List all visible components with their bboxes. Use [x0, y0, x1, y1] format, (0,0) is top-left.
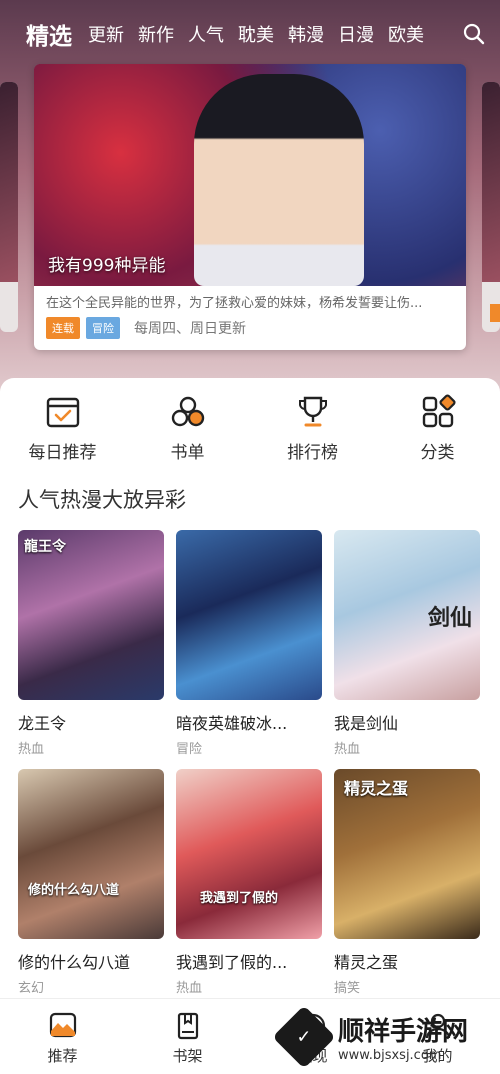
grid-diamond-icon: [422, 394, 456, 428]
comic-cover[interactable]: 我遇到了假的: [176, 769, 322, 939]
comic-title[interactable]: 我是剑仙: [334, 710, 480, 734]
tab-featured[interactable]: 精选: [26, 17, 72, 51]
cover-title-art: 精灵之蛋: [344, 779, 409, 798]
comic-cover[interactable]: 龍王令: [18, 530, 164, 700]
quick-categories[interactable]: 分类: [388, 394, 488, 476]
section-title: 人气热漫大放异彩: [18, 488, 186, 512]
banner-description: 在这个全民异能的世界，为了拯救心爱的妹妹，杨希发誓要让伤...: [46, 296, 423, 311]
bookshelf-icon: [177, 1012, 198, 1040]
comic-cover[interactable]: [176, 530, 322, 700]
watermark-text: 顺祥手游网: [338, 1017, 469, 1047]
trophy-icon: [298, 396, 327, 427]
tab-new[interactable]: 新作: [138, 21, 174, 47]
comic-genre: 热血: [176, 981, 203, 996]
calendar-check-icon: [46, 397, 79, 428]
quick-daily-recommend[interactable]: 每日推荐: [13, 394, 113, 476]
comic-card[interactable]: 剑仙 我是剑仙 热血: [334, 530, 480, 757]
comic-card[interactable]: 精灵之蛋 精灵之蛋 搞笑: [334, 769, 480, 996]
circles-icon: [171, 396, 204, 427]
tab-japanese[interactable]: 日漫: [338, 21, 374, 47]
watermark-url: www.bjsxsj.com: [338, 1048, 442, 1063]
tab-korean[interactable]: 韩漫: [288, 21, 324, 47]
content-panel: 每日推荐 书单 排行榜 分类 人气热漫大放异彩 龍王令 龙王令 热血 暗夜英雄破…: [0, 378, 500, 998]
comic-genre: 搞笑: [334, 981, 361, 996]
tab-western[interactable]: 欧美: [388, 21, 424, 47]
comic-grid: 龍王令 龙王令 热血 暗夜英雄破冰... 冒险 剑仙 我是剑仙 热血 修的什么勾…: [0, 520, 500, 996]
tab-popular[interactable]: 人气: [188, 21, 224, 47]
tab-bl[interactable]: 耽美: [238, 21, 274, 47]
featured-banner[interactable]: 我有999种异能 在这个全民异能的世界，为了拯救心爱的妹妹，杨希发誓要让伤...…: [34, 64, 466, 350]
quick-links: 每日推荐 书单 排行榜 分类: [0, 378, 500, 476]
comic-genre: 热血: [18, 742, 45, 757]
cover-title-art: 我遇到了假的: [200, 891, 279, 906]
comic-cover[interactable]: 修的什么勾八道: [18, 769, 164, 939]
banner-title: 我有999种异能: [48, 256, 166, 276]
tab-bookshelf[interactable]: 书架: [125, 999, 250, 1074]
quick-label: 每日推荐: [28, 443, 97, 463]
comic-genre: 冒险: [176, 742, 203, 757]
update-schedule: 每周四、周日更新: [134, 321, 246, 337]
quick-label: 分类: [420, 443, 455, 463]
watermark-logo: ✓: [272, 1005, 336, 1069]
comic-title[interactable]: 暗夜英雄破冰...: [176, 710, 322, 734]
cover-title-art: 龍王令: [24, 539, 66, 555]
quick-ranking[interactable]: 排行榜: [263, 394, 363, 476]
quick-label: 书单: [170, 443, 205, 463]
search-icon[interactable]: [462, 22, 486, 46]
comic-card[interactable]: 龍王令 龙王令 热血: [18, 530, 164, 757]
cover-title-art: 剑仙: [427, 606, 472, 631]
site-watermark: ✓ 顺祥手游网 www.bjsxsj.com: [272, 1004, 496, 1070]
comic-title[interactable]: 我遇到了假的...: [176, 949, 322, 973]
cover-title-art: 修的什么勾八道: [28, 883, 120, 898]
comic-card[interactable]: 暗夜英雄破冰... 冒险: [176, 530, 322, 757]
comic-card[interactable]: 我遇到了假的 我遇到了假的... 热血: [176, 769, 322, 996]
comic-cover[interactable]: 精灵之蛋: [334, 769, 480, 939]
quick-booklist[interactable]: 书单: [138, 394, 238, 476]
tab-updates[interactable]: 更新: [88, 21, 124, 47]
comic-title[interactable]: 龙王令: [18, 710, 164, 734]
carousel-next-card[interactable]: [482, 82, 500, 332]
recommend-icon: [49, 1012, 76, 1038]
comic-title[interactable]: 精灵之蛋: [334, 949, 480, 973]
tab-label: 书架: [172, 1047, 203, 1065]
status-badge: 连载: [46, 317, 80, 339]
comic-genre: 热血: [334, 742, 361, 757]
carousel-prev-card[interactable]: [0, 82, 18, 332]
top-category-nav: 精选 更新 新作 人气 耽美 韩漫 日漫 欧美: [0, 14, 500, 54]
comic-cover[interactable]: 剑仙: [334, 530, 480, 700]
tab-label: 推荐: [47, 1047, 78, 1065]
banner-artwork: 我有999种异能: [34, 64, 466, 286]
comic-card[interactable]: 修的什么勾八道 修的什么勾八道 玄幻: [18, 769, 164, 996]
comic-title[interactable]: 修的什么勾八道: [18, 949, 164, 973]
genre-badge: 冒险: [86, 317, 120, 339]
quick-label: 排行榜: [287, 443, 338, 463]
tab-recommend[interactable]: 推荐: [0, 999, 125, 1074]
comic-genre: 玄幻: [18, 981, 45, 996]
